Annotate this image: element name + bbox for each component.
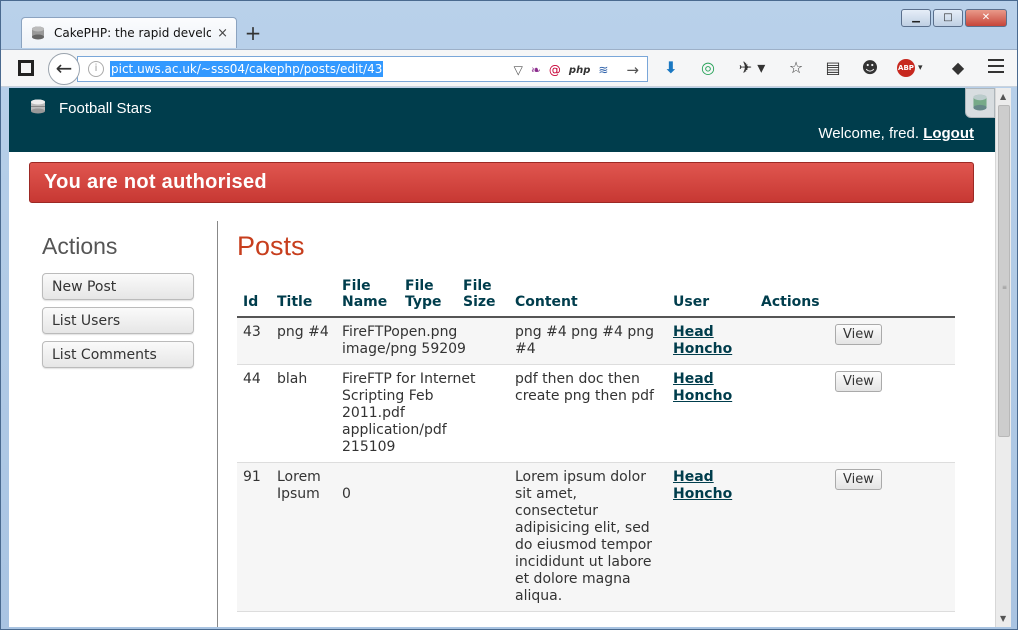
reading-list-icon[interactable]: ▤ <box>823 58 843 78</box>
cell-id: 91 <box>237 462 271 612</box>
minimize-button[interactable]: ▁ <box>901 9 931 27</box>
user-link[interactable]: Head Honcho <box>673 469 732 502</box>
debug-kit-toggle[interactable] <box>965 88 995 118</box>
site-info-icon[interactable]: i <box>88 61 104 77</box>
bug-icon[interactable]: ✈ ▾ <box>735 58 769 78</box>
sidebar-divider <box>217 221 218 627</box>
table-row: 43 png #4 FireFTPopen.png image/png 5920… <box>237 317 955 365</box>
new-tab-button[interactable]: + <box>243 21 263 45</box>
list-comments-button[interactable]: List Comments <box>42 341 194 368</box>
actions-heading: Actions <box>42 233 118 259</box>
user-link[interactable]: Head Honcho <box>673 371 732 404</box>
php-badge[interactable]: php <box>569 65 590 76</box>
table-row: 91 Lorem Ipsum 0 Lorem ipsum dolor sit a… <box>237 462 955 612</box>
cell-actions: View <box>755 317 955 365</box>
wave-icon[interactable]: ≋ <box>598 63 608 77</box>
dropdown-arrow-icon[interactable]: ▽ <box>514 63 523 77</box>
flash-error-message: You are not authorised <box>29 162 974 203</box>
table-header-row: Id Title File Name File Type File Size C… <box>237 278 955 318</box>
col-content[interactable]: Content <box>509 278 667 318</box>
cakephp-favicon-icon <box>32 26 44 40</box>
cell-content: pdf then doc then create png then pdf <box>509 364 667 463</box>
scroll-up-icon[interactable]: ▲ <box>1000 92 1006 101</box>
cell-id: 43 <box>237 317 271 365</box>
vertical-scrollbar[interactable]: ▲ ≡ ▼ <box>995 88 1011 627</box>
posts-section: Posts Id Title File Name File Type File … <box>237 231 957 612</box>
page-content: Football Stars Welcome, fred. Logout You… <box>9 88 995 627</box>
url-bar[interactable]: i pict.uws.ac.uk/~sss04/cakephp/posts/ed… <box>77 56 648 82</box>
col-actions: Actions <box>755 278 955 318</box>
grip-icon: ≡ <box>1002 284 1008 291</box>
tab-title: CakePHP: the rapid develo... <box>54 26 212 40</box>
green-circle-icon[interactable]: ◎ <box>698 58 718 78</box>
chat-icon[interactable]: ☻ <box>860 58 880 78</box>
tab-close-icon[interactable]: × <box>217 26 228 41</box>
site-header: Football Stars Welcome, fred. Logout <box>9 88 995 152</box>
welcome-label: Welcome, fred. <box>818 125 924 142</box>
view-button[interactable]: View <box>835 469 882 490</box>
cell-title: png #4 <box>271 317 336 365</box>
download-icon[interactable]: ⬇ <box>661 58 681 78</box>
url-bar-extras: ▽ ❧ @ php ≋ → <box>514 61 639 79</box>
posts-table: Id Title File Name File Type File Size C… <box>237 278 955 612</box>
browser-window: CakePHP: the rapid develo... × + ▁ □ ✕ i… <box>0 0 1018 630</box>
maximize-button[interactable]: □ <box>933 9 963 27</box>
user-link[interactable]: Head Honcho <box>673 324 732 357</box>
new-post-button[interactable]: New Post <box>42 273 194 300</box>
feather-icon[interactable]: ❧ <box>531 63 541 77</box>
cell-file: FireFTPopen.png image/png 59209 <box>336 317 509 365</box>
cell-actions: View <box>755 364 955 463</box>
col-file-size[interactable]: File Size <box>457 278 509 318</box>
col-id[interactable]: Id <box>237 278 271 318</box>
back-arrow-icon: ← <box>55 56 73 80</box>
cell-title: Lorem Ipsum <box>271 462 336 612</box>
cell-actions: View <box>755 462 955 612</box>
cell-content: Lorem ipsum dolor sit amet, consectetur … <box>509 462 667 612</box>
scroll-thumb[interactable]: ≡ <box>998 105 1010 437</box>
col-file-type[interactable]: File Type <box>399 278 457 318</box>
toolbar-icons: ⬇ ◎ ✈ ▾ ☆ ▤ ☻ ABP ▾ ◆ <box>661 58 985 78</box>
cell-file: FireFTP for Internet Scripting Feb 2011.… <box>336 364 509 463</box>
sidebar-toggle-icon[interactable] <box>18 60 34 76</box>
scroll-down-icon[interactable]: ▼ <box>1000 614 1006 623</box>
cell-content: png #4 png #4 png #4 <box>509 317 667 365</box>
col-user[interactable]: User <box>667 278 755 318</box>
url-text[interactable]: pict.uws.ac.uk/~sss04/cakephp/posts/edit… <box>110 61 384 77</box>
debug-kit-icon <box>973 94 987 111</box>
navigation-toolbar: i pict.uws.ac.uk/~sss04/cakephp/posts/ed… <box>1 49 1017 87</box>
cell-user: Head Honcho <box>667 462 755 612</box>
cell-id: 44 <box>237 364 271 463</box>
col-title[interactable]: Title <box>271 278 336 318</box>
go-arrow-icon[interactable]: → <box>626 61 639 79</box>
site-title: Football Stars <box>59 100 152 117</box>
welcome-text: Welcome, fred. Logout <box>818 125 974 142</box>
posts-heading: Posts <box>237 231 305 261</box>
adblock-icon[interactable]: ABP ▾ <box>897 58 931 78</box>
tab-cakephp[interactable]: CakePHP: the rapid develo... × <box>21 17 237 48</box>
logout-link[interactable]: Logout <box>923 125 974 142</box>
view-button[interactable]: View <box>835 324 882 345</box>
cell-user: Head Honcho <box>667 317 755 365</box>
debian-icon[interactable]: @ <box>549 63 561 77</box>
cell-title: blah <box>271 364 336 463</box>
table-row: 44 blah FireFTP for Internet Scripting F… <box>237 364 955 463</box>
list-users-button[interactable]: List Users <box>42 307 194 334</box>
cell-user: Head Honcho <box>667 364 755 463</box>
tab-bar: CakePHP: the rapid develo... × + ▁ □ ✕ <box>1 1 1017 49</box>
window-controls: ▁ □ ✕ <box>901 9 1007 27</box>
pocket-icon[interactable]: ◆ <box>948 58 968 78</box>
bookmark-star-icon[interactable]: ☆ <box>786 58 806 78</box>
actions-sidebar: Actions New Post List Users List Comment… <box>42 233 217 375</box>
view-button[interactable]: View <box>835 371 882 392</box>
col-file-name[interactable]: File Name <box>336 278 399 318</box>
cakephp-logo-icon <box>31 99 45 114</box>
back-button[interactable]: ← <box>48 53 80 85</box>
cell-file: 0 <box>336 462 509 612</box>
menu-hamburger-icon[interactable] <box>988 59 1004 77</box>
close-window-button[interactable]: ✕ <box>965 9 1007 27</box>
